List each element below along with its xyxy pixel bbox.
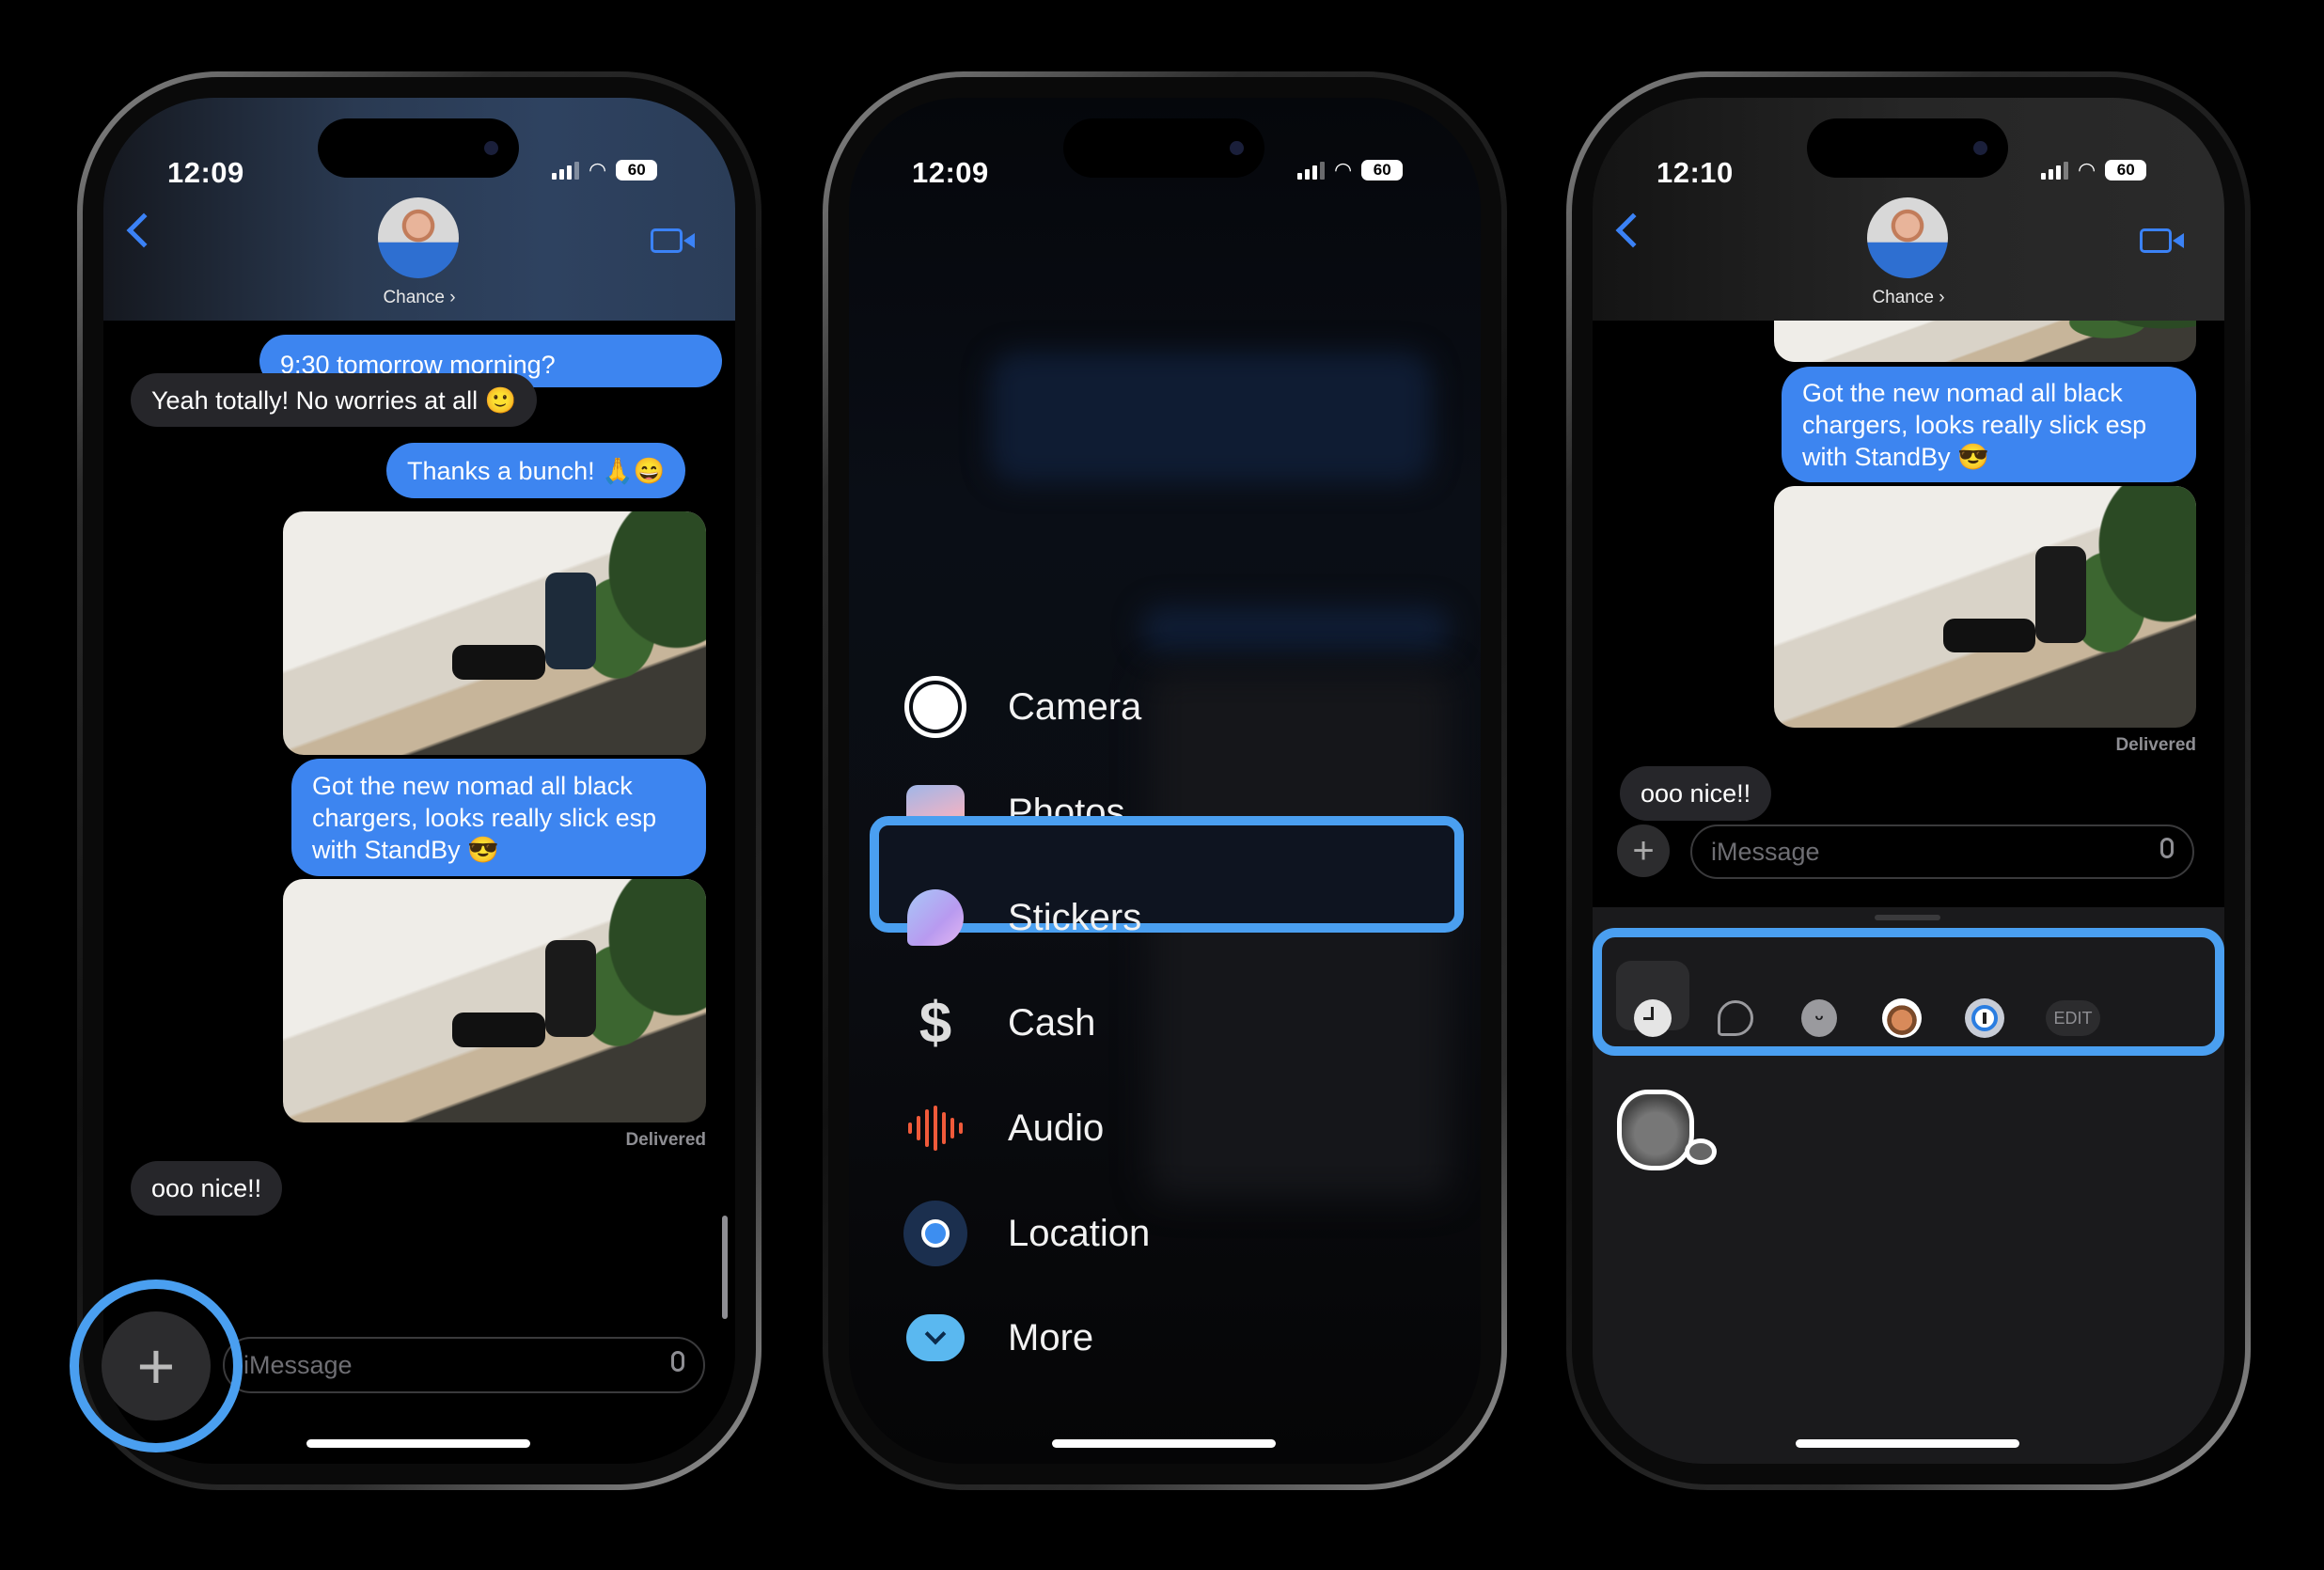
location-icon <box>903 1201 967 1266</box>
audio-icon <box>903 1096 967 1160</box>
emoji-icon[interactable]: ᵕ <box>1790 989 1848 1047</box>
contact-avatar[interactable] <box>378 197 459 278</box>
battery-icon: 60 <box>1361 160 1404 181</box>
plus-button[interactable]: + <box>102 1311 211 1421</box>
delivered-label: Delivered <box>625 1130 706 1150</box>
phone-2: 12:09 ◠ 60 Camera Photos Stickers $ Cash… <box>823 71 1507 1490</box>
facetime-video-icon[interactable] <box>651 228 695 253</box>
battery-icon: 60 <box>2105 160 2147 181</box>
menu-item-cash[interactable]: $ Cash <box>849 981 1481 1065</box>
back-chevron-icon[interactable] <box>126 212 162 248</box>
plus-button[interactable]: + <box>1617 824 1670 877</box>
message-bubble-received[interactable]: Yeah totally! No worries at all 🙂 <box>131 373 538 427</box>
microphone-icon[interactable] <box>2160 838 2174 858</box>
menu-item-camera[interactable]: Camera <box>849 665 1481 749</box>
stickers-icon[interactable] <box>1706 989 1765 1047</box>
dynamic-island <box>318 118 519 178</box>
signal-icon <box>1297 161 1325 180</box>
photo-attachment[interactable] <box>1774 486 2196 728</box>
home-indicator[interactable] <box>1796 1439 2019 1448</box>
home-indicator[interactable] <box>306 1439 530 1448</box>
memoji-icon[interactable] <box>1873 989 1931 1047</box>
message-bubble-sent[interactable]: Got the new nomad all black chargers, lo… <box>291 759 706 876</box>
dynamic-island <box>1063 118 1264 178</box>
battery-icon: 60 <box>616 160 658 181</box>
imessage-input[interactable]: iMessage <box>223 1337 705 1393</box>
conversation-header: 12:09 ◠ 60 Chance › <box>103 98 735 321</box>
status-icons: ◠ 60 <box>552 158 658 182</box>
photo-attachment[interactable] <box>283 511 706 755</box>
menu-item-location[interactable]: Location <box>849 1191 1481 1276</box>
wifi-icon: ◠ <box>589 158 607 181</box>
dynamic-island <box>1807 118 2008 178</box>
message-bubble-sent[interactable]: Got the new nomad all black chargers, lo… <box>1782 367 2196 482</box>
app-menu-screen: 12:09 ◠ 60 Camera Photos Stickers $ Cash… <box>849 98 1481 1464</box>
contact-avatar[interactable] <box>1867 197 1948 278</box>
contact-name[interactable]: Chance › <box>1593 288 2224 308</box>
drawer-grabber[interactable] <box>1875 915 1940 920</box>
more-icon <box>903 1306 967 1370</box>
message-bubble-received[interactable]: ooo nice!! <box>131 1161 283 1216</box>
phone-3: 12:10 ◠ 60 Chance › Got the new nomad al… <box>1566 71 2251 1490</box>
wifi-icon: ◠ <box>2078 158 2096 181</box>
status-icons: ◠ 60 <box>1297 158 1404 182</box>
menu-item-stickers[interactable]: Stickers <box>849 875 1481 960</box>
menu-item-more[interactable]: More <box>849 1295 1481 1380</box>
cat-sticker[interactable] <box>1617 1090 1722 1176</box>
camera-icon <box>903 675 967 739</box>
message-bubble-received[interactable]: ooo nice!! <box>1620 766 1772 821</box>
status-icons: ◠ 60 <box>2041 158 2147 182</box>
contact-name[interactable]: Chance › <box>103 288 735 308</box>
conversation-header: 12:10 ◠ 60 Chance › <box>1593 98 2224 321</box>
signal-icon <box>552 161 579 180</box>
message-bubble-sent[interactable]: Thanks a bunch! 🙏😄 <box>386 443 686 498</box>
stickers-icon <box>903 886 967 950</box>
messages-screen: 9:30 tomorrow morning? 12:09 ◠ 60 Chance… <box>103 98 735 1464</box>
wifi-icon: ◠ <box>1334 158 1353 181</box>
scrollbar[interactable] <box>722 1216 728 1319</box>
home-indicator[interactable] <box>1052 1439 1276 1448</box>
facetime-video-icon[interactable] <box>2140 228 2184 253</box>
phone-1: 9:30 tomorrow morning? 12:09 ◠ 60 Chance… <box>77 71 762 1490</box>
imessage-input[interactable]: iMessage <box>1690 824 2194 879</box>
edit-button[interactable]: EDIT <box>2046 1000 2100 1036</box>
cash-icon: $ <box>919 990 952 1056</box>
photo-attachment[interactable] <box>283 879 706 1123</box>
delivered-label: Delivered <box>2115 735 2196 755</box>
recents-icon[interactable] <box>1624 989 1682 1047</box>
1password-icon[interactable] <box>1955 989 2014 1047</box>
signal-icon <box>2041 161 2068 180</box>
microphone-icon[interactable] <box>671 1351 684 1372</box>
stickers-screen: 12:10 ◠ 60 Chance › Got the new nomad al… <box>1593 98 2224 1464</box>
back-chevron-icon[interactable] <box>1615 212 1651 248</box>
menu-item-audio[interactable]: Audio <box>849 1086 1481 1170</box>
